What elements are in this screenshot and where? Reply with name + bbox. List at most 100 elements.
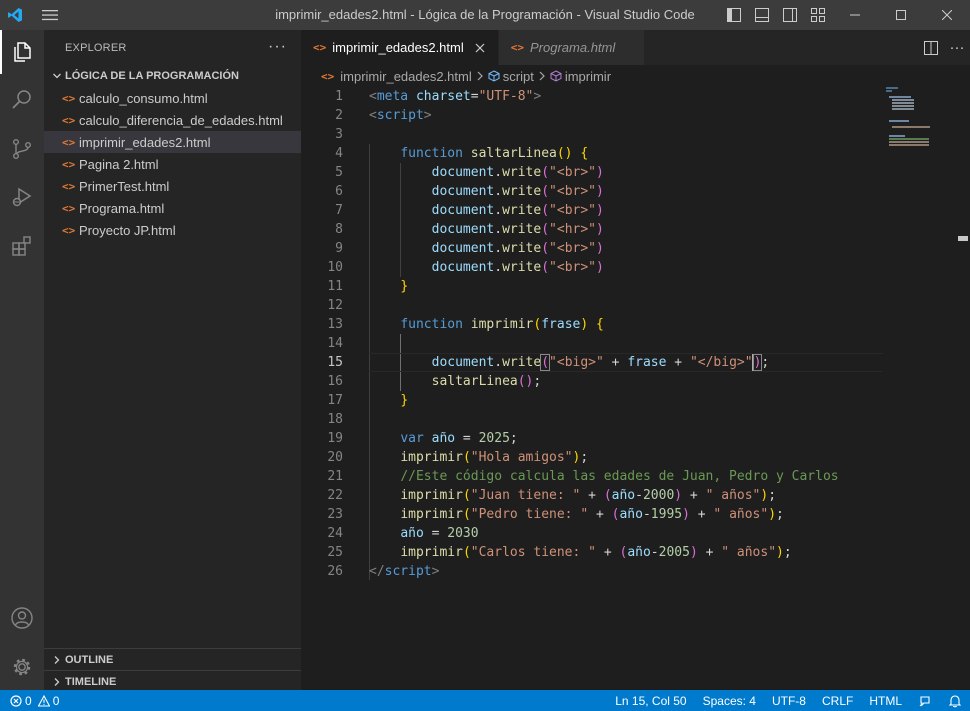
code-line: 19 var año = 2025; [301,429,901,448]
timeline-section[interactable]: TIMELINE [44,670,301,692]
code-editor[interactable]: 1 <meta charset="UTF-8"> 2 <script> 3 4 fu… [301,87,970,690]
problems-status[interactable]: 0 0 [0,690,59,711]
toggle-secondary-sidebar-icon[interactable] [776,0,804,30]
code-line: 22 imprimir("Juan tiene: " + (año-2000) … [301,486,901,505]
customize-layout-icon[interactable] [804,0,832,30]
file-item[interactable]: <> calculo_consumo.html [44,87,301,109]
breadcrumb-script[interactable]: script [503,69,534,84]
explorer-sidebar: EXPLORER ··· LÓGICA DE LA PROGRAMACIÓN <… [44,30,301,690]
timeline-label: TIMELINE [65,675,117,688]
line-number: 14 [327,336,343,351]
notifications-bell-icon[interactable] [940,690,970,711]
code-text: imprimir("Pedro tiene: " + (año-1995) + … [400,507,784,522]
code-text: function saltarLinea() { [400,146,589,161]
line-number: 7 [335,203,343,218]
code-line: 7 document.write("<br>") [301,201,901,220]
code-text: document.write("<br>") [431,165,604,180]
feedback-icon[interactable] [910,690,940,711]
breadcrumb-imprimir[interactable]: imprimir [565,69,611,84]
minimap-line [892,108,914,110]
cursor-position[interactable]: Ln 15, Col 50 [607,690,694,711]
code-text: document.write("<hr>") [431,222,604,237]
maximize-icon[interactable] [878,0,924,30]
code-text: imprimir("Carlos tiene: " + (año-2005) +… [400,545,792,560]
minimap-line [889,120,909,122]
line-number: 5 [335,165,343,180]
code-line: 1 <meta charset="UTF-8"> [301,87,901,106]
tab-label: Programa.html [530,40,616,55]
code-text: </script> [369,564,440,579]
line-number: 25 [327,545,343,560]
file-item[interactable]: <> calculo_diferencia_de_edades.html [44,109,301,131]
file-name: calculo_consumo.html [79,90,208,106]
files-icon[interactable] [0,30,44,74]
run-debug-icon[interactable] [0,175,44,219]
line-number: 9 [335,241,343,256]
hamburger-menu-icon[interactable] [30,0,70,30]
more-actions-icon[interactable]: ··· [944,30,970,65]
file-name: Programa.html [79,200,165,216]
file-item[interactable]: <> Proyecto JP.html [44,219,301,241]
outline-section[interactable]: OUTLINE [44,648,301,670]
code-text: saltarLinea(); [431,374,542,389]
file-name: PrimerTest.html [79,178,170,194]
minimap[interactable] [886,87,956,147]
code-line: 5 document.write("<br>") [301,163,901,182]
code-line: 20 imprimir("Hola amigos"); [301,448,901,467]
account-icon[interactable] [0,596,44,640]
code-text: function imprimir(frase) { [400,317,604,332]
code-text: document.write("<br>") [431,203,604,218]
tab-programa[interactable]: <> Programa.html [498,30,645,65]
line-number: 17 [327,393,343,408]
toggle-panel-icon[interactable] [748,0,776,30]
line-number: 10 [327,260,343,275]
file-item[interactable]: <> Pagina 2.html [44,153,301,175]
language-mode[interactable]: HTML [861,690,910,711]
encoding[interactable]: UTF-8 [764,690,814,711]
extensions-icon[interactable] [0,224,44,268]
vscode-logo-icon [0,0,30,30]
chevron-right-icon [50,677,64,687]
editor-tabs: <> imprimir_edades2.html <> Programa.htm… [301,30,970,65]
source-control-icon[interactable] [0,127,44,171]
minimap-line [892,105,914,107]
line-ending[interactable]: CRLF [814,690,861,711]
breadcrumb-file[interactable]: imprimir_edades2.html [340,69,472,84]
explorer-title: EXPLORER [65,41,127,54]
cube-icon [550,70,562,82]
line-number: 6 [335,184,343,199]
code-line: 23 imprimir("Pedro tiene: " + (año-1995)… [301,505,901,524]
more-actions-icon[interactable]: ··· [268,38,287,56]
file-item-selected[interactable]: <> imprimir_edades2.html [44,131,301,153]
tab-label: imprimir_edades2.html [332,40,464,55]
code-text: document.write("<big>" + frase + "</big>… [431,354,770,371]
code-text: //Este código calcula las edades de Juan… [400,469,839,484]
file-item[interactable]: <> Programa.html [44,197,301,219]
cube-icon [488,70,500,82]
chevron-right-icon [476,71,484,81]
file-item[interactable]: <> PrimerTest.html [44,175,301,197]
file-name: Pagina 2.html [79,156,159,172]
title-bar: imprimir_edades2.html - Lógica de la Pro… [0,0,970,30]
split-editor-icon[interactable] [918,30,944,65]
minimap-line [886,87,898,89]
code-text: var año = 2025; [400,431,518,446]
folder-header[interactable]: LÓGICA DE LA PROGRAMACIÓN [44,65,301,87]
code-line: 16 saltarLinea(); [301,372,901,391]
code-line: 21 //Este código calcula las edades de J… [301,467,901,486]
tab-imprimir-edades2[interactable]: <> imprimir_edades2.html [301,30,499,65]
minimap-line [889,144,929,146]
gear-icon[interactable] [0,645,44,689]
line-number: 22 [327,488,343,503]
close-window-icon[interactable] [924,0,970,30]
close-icon[interactable] [472,40,488,56]
line-number: 16 [327,374,343,389]
indentation[interactable]: Spaces: 4 [695,690,764,711]
search-icon[interactable] [0,78,44,122]
breadcrumb: <> imprimir_edades2.html script imprimir [301,65,970,87]
minimap-line [886,90,892,92]
code-line: 25 imprimir("Carlos tiene: " + (año-2005… [301,543,901,562]
minimize-icon[interactable] [832,0,878,30]
toggle-primary-sidebar-icon[interactable] [720,0,748,30]
code-text: imprimir("Hola amigos"); [400,450,589,465]
